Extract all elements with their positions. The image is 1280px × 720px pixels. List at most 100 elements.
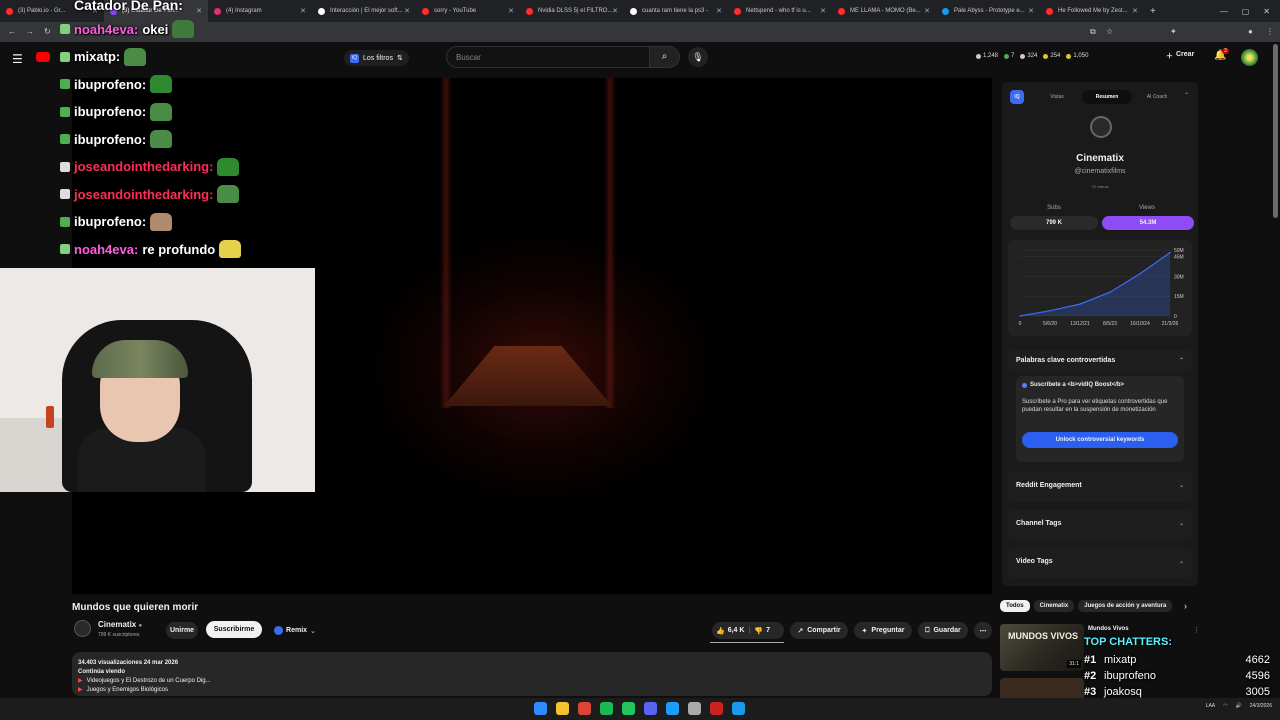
browser-tab[interactable]: Nettspend - who tf is u... ✕	[728, 0, 832, 22]
search-button[interactable]: ⌕	[650, 46, 680, 68]
voice-search-button[interactable]: 🎙	[688, 47, 708, 67]
chevron-right-icon[interactable]: ›	[1184, 601, 1187, 611]
save-button[interactable]: ⎕ Guardar	[918, 622, 968, 639]
bookmark-star-icon[interactable]: ☆	[1106, 27, 1113, 36]
browser-tab[interactable]: Nvidia DLSS 5| el FILTRO... ✕	[520, 0, 624, 22]
filter-chip[interactable]: Cinematix	[1033, 600, 1075, 612]
upsell-text: Suscríbete a Pro para ver etiquetas cont…	[1022, 399, 1168, 413]
side-video-count: 72 videos	[1091, 184, 1109, 189]
subscribe-button[interactable]: Suscribirme	[206, 621, 262, 638]
filter-chip[interactable]: Juegos de acción y aventura	[1078, 600, 1173, 612]
minimize-icon[interactable]: —	[1220, 7, 1228, 16]
recommended-thumbnail[interactable]	[1000, 678, 1084, 698]
mic-icon: 🎙	[692, 52, 704, 62]
controversial-keywords-section[interactable]: Palabras clave controvertidas ⌃	[1008, 350, 1192, 372]
taskbar-app-icon[interactable]	[666, 702, 679, 715]
language-indicator[interactable]: LAA	[1206, 703, 1215, 709]
side-tab-ai-coach[interactable]: AI Coach	[1132, 90, 1182, 104]
avatar[interactable]	[1241, 49, 1258, 66]
side-tab-vistas[interactable]: Vistas	[1032, 90, 1082, 104]
clock[interactable]: 24/3/2026	[1250, 703, 1272, 709]
chat-badge-icon	[60, 106, 70, 117]
browser-tab[interactable]: sorry - YouTube ✕	[416, 0, 520, 22]
filters-button[interactable]: iQ Los filtros ⇅	[344, 50, 409, 66]
taskbar-app-icon[interactable]	[556, 702, 569, 715]
description-box[interactable]: 34.403 visualizaciones 24 mar 2026 Conti…	[72, 652, 992, 696]
chat-emote	[172, 20, 195, 38]
tab-close-icon[interactable]: ✕	[1132, 7, 1138, 15]
tab-close-icon[interactable]: ✕	[1028, 7, 1034, 15]
close-window-icon[interactable]: ✕	[1263, 7, 1270, 16]
profile-icon[interactable]: ●	[1248, 27, 1253, 36]
tab-close-icon[interactable]: ✕	[716, 7, 722, 15]
side-channel-handle[interactable]: @cinematixfilms	[1002, 168, 1198, 175]
tab-close-icon[interactable]: ✕	[404, 7, 410, 15]
more-vert-icon[interactable]: ⋮	[1193, 626, 1200, 634]
chart-x-tick-label: 13/12/21	[1070, 321, 1090, 327]
webcam-desk	[0, 418, 70, 492]
chat-badge-icon	[60, 134, 70, 144]
tab-close-icon[interactable]: ✕	[820, 7, 826, 15]
continue-item[interactable]: Juegos y Enemigos Biológicos	[87, 687, 168, 693]
chatter-rank: #2	[1084, 670, 1097, 682]
tab-close-icon[interactable]: ✕	[924, 7, 930, 15]
create-button[interactable]: ＋ Crear	[1166, 51, 1194, 61]
channel-avatar[interactable]	[74, 620, 91, 637]
recommended-title[interactable]: Mundos Vivos	[1088, 626, 1129, 632]
filter-chip[interactable]: Todos	[1000, 600, 1030, 612]
taskbar-app-icon[interactable]	[732, 702, 745, 715]
recommended-thumbnail[interactable]: MUNDOS VIVOS 31:1	[1000, 624, 1084, 671]
taskbar-app-icon[interactable]	[644, 702, 657, 715]
tab-close-icon[interactable]: ✕	[508, 7, 514, 15]
ask-button[interactable]: ✦ Preguntar	[854, 622, 912, 639]
search-input[interactable]: Buscar	[446, 46, 650, 68]
tab-title: Interacción | El mejor soft...	[330, 8, 403, 14]
continue-item[interactable]: Videojuegos y El Destrozo de un Cuerpo D…	[87, 678, 211, 684]
side-tab-resumen[interactable]: Resumen	[1082, 90, 1132, 104]
bookmark-icon: ⎕	[925, 626, 930, 634]
extension-icon[interactable]: ⧉	[1090, 27, 1096, 37]
taskbar-app-icon[interactable]	[710, 702, 723, 715]
maximize-icon[interactable]: ▢	[1242, 7, 1250, 16]
new-tab-icon[interactable]: +	[1150, 6, 1156, 17]
collapse-icon[interactable]: ⌃	[1184, 92, 1189, 99]
unlock-keywords-button[interactable]: Unlock controversial keywords	[1022, 432, 1178, 448]
taskbar-app-icon[interactable]	[578, 702, 591, 715]
taskbar-app-icon[interactable]	[688, 702, 701, 715]
page-scrollbar[interactable]	[1273, 44, 1278, 218]
taskbar-app-icon[interactable]	[600, 702, 613, 715]
join-button[interactable]: Unirme	[166, 622, 198, 639]
more-actions-button[interactable]: ⋯	[974, 622, 992, 639]
scene-corridor-left-wall	[440, 78, 452, 408]
video-tags-section[interactable]: Video Tags ⌄	[1008, 548, 1192, 578]
remix-button[interactable]: Remix ⌄	[268, 622, 322, 639]
taskbar-app-icon[interactable]	[534, 702, 547, 715]
plus-icon: ＋	[1166, 53, 1173, 60]
browser-tab[interactable]: ME LLAMA - MOMO (Be... ✕	[832, 0, 936, 22]
reddit-engagement-section[interactable]: Reddit Engagement ⌄	[1008, 472, 1192, 502]
browser-tab[interactable]: Pale Abyss - Prototype e... ✕	[936, 0, 1040, 22]
youtube-logo[interactable]	[36, 52, 50, 62]
forward-icon[interactable]: →	[26, 27, 34, 36]
browser-tab[interactable]: He Followed Me by Zest... ✕	[1040, 0, 1144, 22]
like-button[interactable]: 👍 6,4 K	[716, 627, 744, 635]
share-button[interactable]: ↗ Compartir	[790, 622, 848, 639]
channel-tags-section[interactable]: Channel Tags ⌄	[1008, 510, 1192, 540]
chart-y-tick-label: 30M	[1174, 274, 1184, 280]
browser-tab[interactable]: cuanta ram tiene la ps3 - ✕	[624, 0, 728, 22]
wifi-icon[interactable]: ◠	[1223, 703, 1227, 709]
subs-toggle[interactable]: 799 K	[1010, 216, 1098, 230]
volume-icon[interactable]: 🔊	[1236, 703, 1242, 709]
reload-icon[interactable]: ↻	[44, 27, 51, 36]
chart-point	[1139, 272, 1141, 275]
stream-chat-overlay: Catador De Pan: noah4eva: okei mixatp: ibup…	[60, 0, 340, 268]
taskbar-app-icon[interactable]	[622, 702, 635, 715]
browser-menu-icon[interactable]: ⋮	[1266, 27, 1274, 36]
dislike-button[interactable]: 👎 7	[754, 627, 770, 635]
views-toggle[interactable]: 54.3M	[1102, 216, 1194, 230]
back-icon[interactable]: ←	[8, 27, 16, 36]
tab-close-icon[interactable]: ✕	[612, 7, 618, 15]
channel-name[interactable]: Cinematix ●	[98, 620, 142, 629]
extensions-puzzle-icon[interactable]: ✦	[1170, 27, 1177, 36]
hamburger-menu-icon[interactable]: ☰	[12, 52, 23, 66]
